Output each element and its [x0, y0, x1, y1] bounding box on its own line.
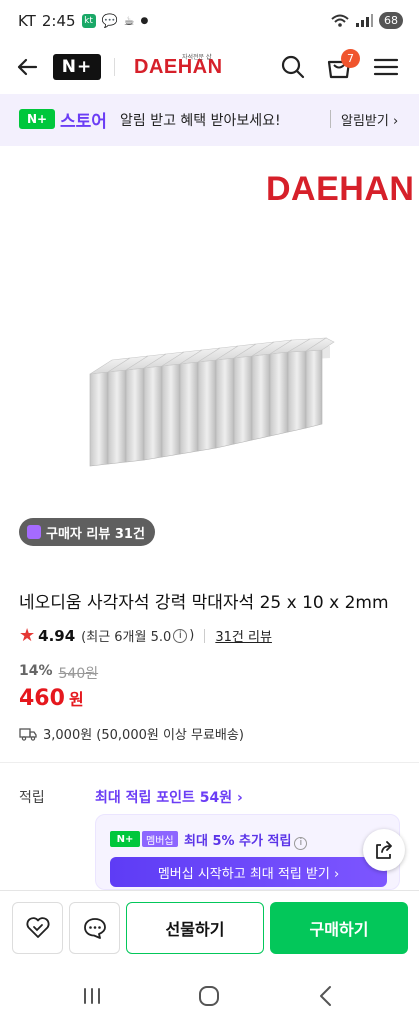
star-icon: ★ — [19, 625, 36, 646]
menu-icon[interactable] — [373, 54, 399, 80]
review-count-link[interactable]: 31건 리뷰 — [215, 626, 272, 645]
search-icon[interactable] — [280, 54, 306, 80]
home-icon[interactable] — [195, 982, 223, 1010]
chat-notification-icon: 💬 — [101, 13, 118, 29]
share-icon — [376, 841, 392, 859]
store-brand-tagline: 자석전문 샵 — [182, 54, 212, 61]
membership-info-icon[interactable]: i — [294, 836, 308, 850]
back-arrow-icon[interactable] — [14, 54, 40, 80]
membership-nplus-badge: N+ — [110, 831, 140, 847]
review-chip-icon — [27, 525, 41, 539]
rating-row: ★ 4.94 (최근 6개월 5.0 i ) 31건 리뷰 — [19, 625, 272, 646]
signal-icon — [356, 13, 373, 27]
section-divider — [0, 762, 419, 763]
rating-divider — [204, 628, 206, 643]
original-price: 540원 — [58, 666, 99, 682]
info-icon[interactable]: i — [173, 628, 188, 643]
buy-now-button[interactable]: 구매하기 — [270, 902, 408, 954]
membership-tag: 멤버십 — [142, 831, 178, 847]
battery-indicator: 68 — [379, 12, 403, 29]
store-notification-banner: N+ 스토어 알림 받고 혜택 받아보세요! 알림받기 › — [0, 94, 419, 146]
membership-points-text: 최대 5% 추가 적립 i — [184, 830, 308, 850]
recent-rating: (최근 6개월 5.0 — [81, 630, 172, 645]
store-label: 스토어 — [60, 112, 107, 132]
recent-apps-icon[interactable] — [78, 982, 106, 1010]
nplus-badge: N+ — [19, 109, 55, 129]
rating-score: 4.94 — [38, 626, 76, 645]
nplus-logo-button[interactable]: N+ — [53, 54, 101, 80]
clock: 2:45 — [41, 12, 76, 30]
banner-divider — [330, 110, 331, 128]
sale-price: 460 — [19, 686, 65, 711]
app-header: N+ DAEHAN 자석전문 샵 7 — [0, 42, 419, 92]
membership-start-button[interactable]: 멤버십 시작하고 최대 적립 받기 › — [110, 857, 387, 887]
status-bar: KT 2:45 kt 💬 ☕ ● 68 — [0, 0, 419, 42]
cart-count-badge: 7 — [341, 49, 360, 68]
wifi-icon — [331, 14, 349, 27]
product-title: 네오디움 사각자석 강력 막대자석 25 x 10 x 2mm — [19, 593, 389, 613]
recent-rating-close: ) — [189, 628, 195, 643]
share-button[interactable] — [363, 829, 405, 871]
bottom-action-bar: 선물하기 구매하기 — [0, 890, 419, 968]
system-back-icon[interactable] — [312, 982, 340, 1010]
gift-button[interactable]: 선물하기 — [126, 902, 264, 954]
membership-box: N+ 멤버십 최대 5% 추가 적립i 1 멤버십 시작하고 최대 적립 받기 … — [95, 814, 400, 890]
max-points-link[interactable]: 최대 적립 포인트 54원 › — [95, 787, 243, 807]
system-navigation-bar — [0, 968, 419, 1024]
chat-icon — [83, 918, 106, 939]
banner-message: 알림 받고 혜택 받아보세요! — [120, 113, 281, 129]
heart-check-icon — [25, 917, 50, 938]
header-divider — [114, 58, 115, 76]
carrier-label: KT — [18, 12, 36, 30]
more-notifications-icon: ● — [140, 16, 149, 26]
coffee-notification-icon: ☕ — [123, 14, 135, 28]
review-chip-label: 구매자 리뷰 31건 — [46, 526, 145, 542]
buyer-review-chip[interactable]: 구매자 리뷰 31건 — [19, 518, 155, 546]
discount-rate: 14% — [19, 663, 53, 679]
notification-opt-in-button[interactable]: 알림받기 › — [341, 110, 398, 129]
price-unit: 원 — [68, 690, 84, 709]
product-brand-logo: DAEHAN — [266, 170, 415, 208]
price-row: 460 원 — [19, 686, 84, 711]
shipping-fee: 3,000원 (50,000원 이상 무료배송) — [43, 728, 244, 743]
discount-row: 14% 540원 — [19, 663, 98, 683]
truck-icon — [19, 727, 37, 741]
talk-talk-button[interactable] — [69, 902, 120, 954]
kt-app-icon: kt — [81, 14, 96, 28]
shipping-row: 3,000원 (50,000원 이상 무료배송) — [19, 724, 244, 743]
wishlist-button[interactable] — [12, 902, 63, 954]
points-label: 적립 — [19, 790, 45, 806]
